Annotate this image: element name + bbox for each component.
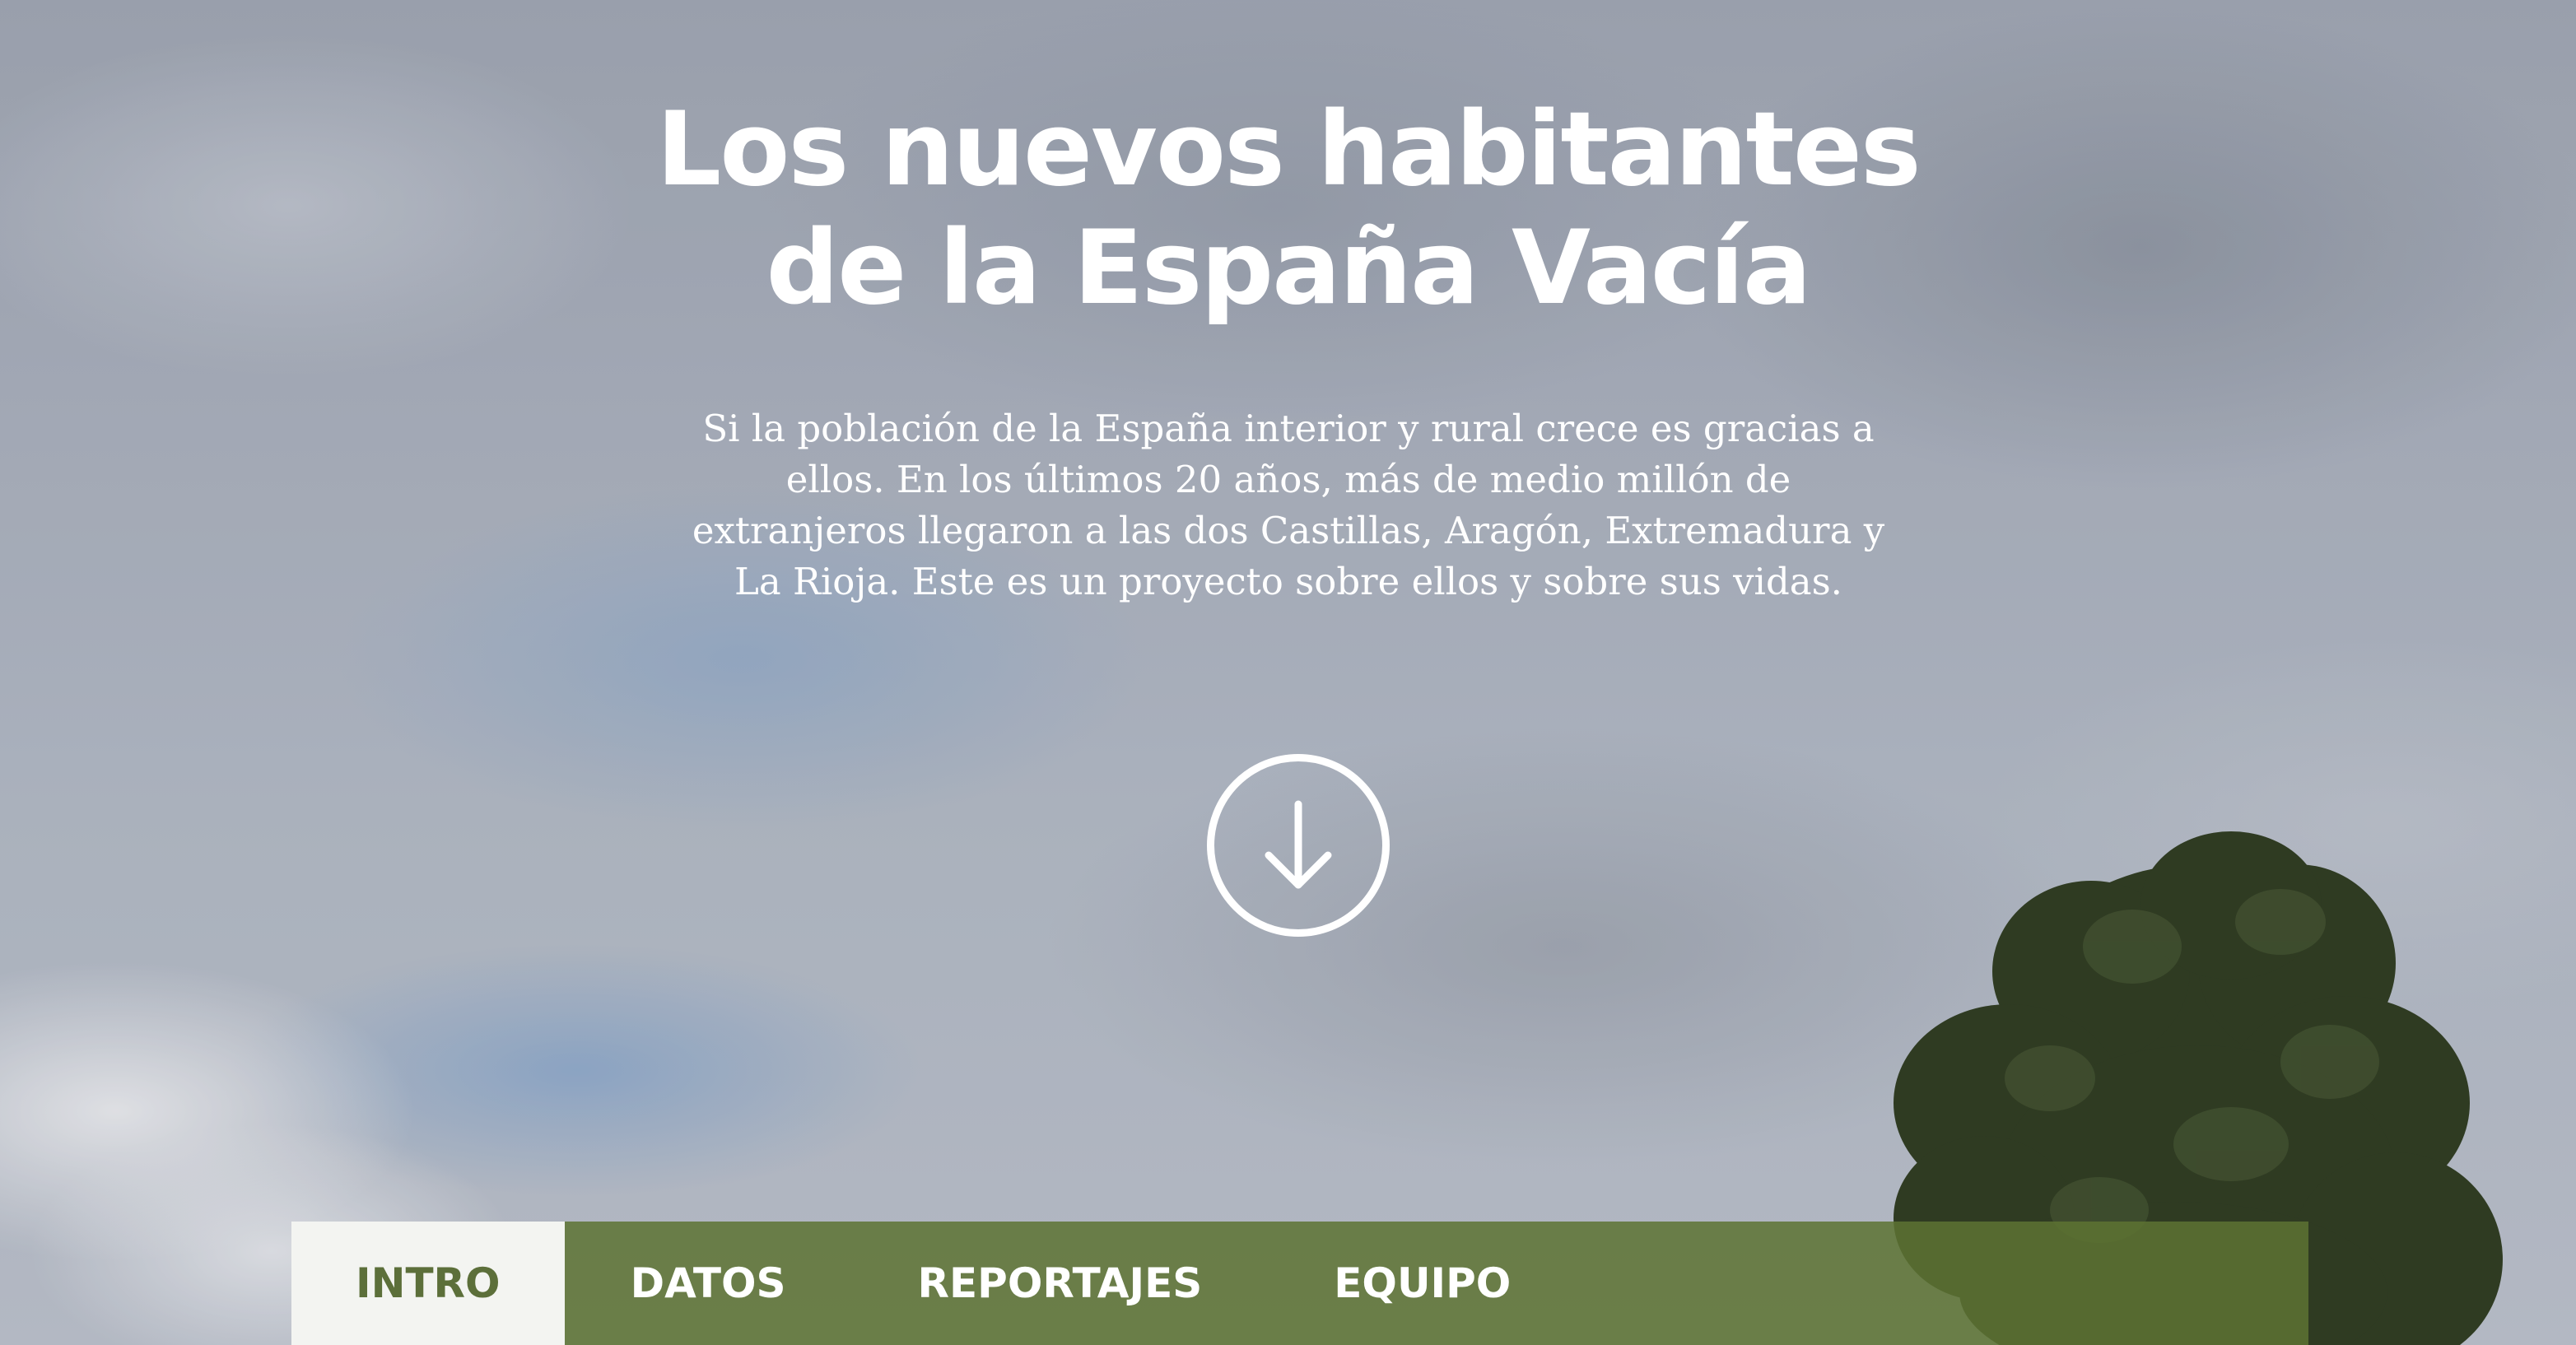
tab-reportajes[interactable]: REPORTAJES	[852, 1222, 1269, 1345]
tab-datos[interactable]: DATOS	[565, 1222, 852, 1345]
page-title: Los nuevos habitantes de la España Vacía	[0, 91, 2576, 328]
page-title-line-2: de la España Vacía	[766, 209, 1812, 328]
tab-intro[interactable]: INTRO	[291, 1222, 565, 1345]
scroll-down-button[interactable]	[1207, 754, 1390, 937]
page-title-line-1: Los nuevos habitantes	[656, 91, 1921, 209]
intro-paragraph: Si la población de la España interior y …	[692, 407, 1885, 603]
tab-equipo[interactable]: EQUIPO	[1268, 1222, 1577, 1345]
section-navbar: INTRO DATOS REPORTAJES EQUIPO	[291, 1222, 2308, 1345]
arrow-down-icon	[1265, 800, 1332, 889]
